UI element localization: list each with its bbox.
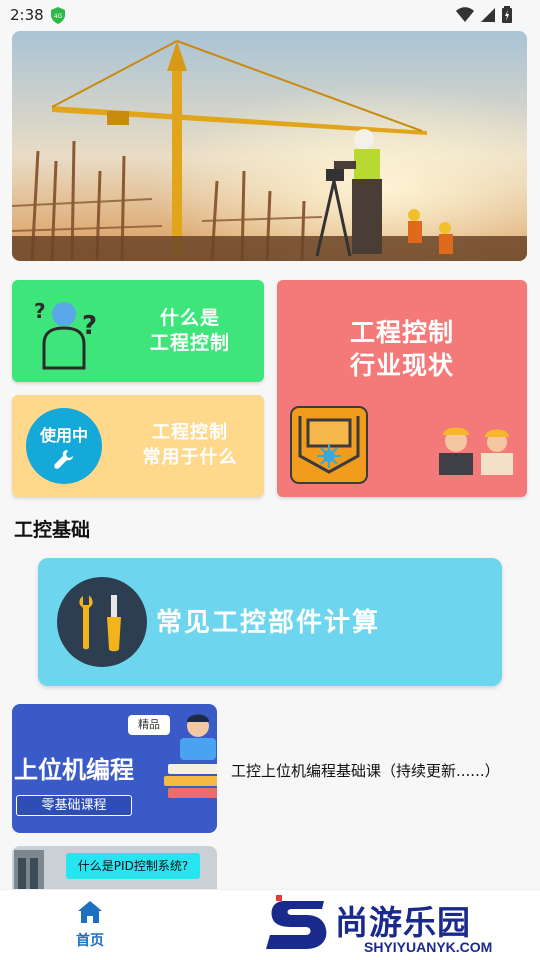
shield-icon: 4G <box>51 7 65 24</box>
usage-text: 工程控制 常用于什么 <box>120 420 260 470</box>
wrench-icon <box>54 450 73 469</box>
tools-circle <box>57 577 147 667</box>
cabinet-illustration <box>14 850 44 890</box>
course-thumbnail-2[interactable]: 什么是PID控制系统? <box>12 846 217 890</box>
svg-text:4G: 4G <box>54 13 63 20</box>
industry-line2: 行业现状 <box>349 351 454 380</box>
machine-icon <box>290 406 368 484</box>
usage-line1: 工程控制 <box>152 422 228 443</box>
industry-line1: 工程控制 <box>349 318 454 347</box>
industry-text: 工程控制 行业现状 <box>277 316 527 382</box>
what-is-card[interactable]: ? ? 什么是 工程控制 <box>12 280 264 382</box>
tools-icon <box>79 595 121 652</box>
watermark-url: SHYIYUANYK.COM <box>364 939 493 955</box>
course-title[interactable]: 工控上位机编程基础课（持续更新......） <box>231 760 500 781</box>
status-time: 2:38 <box>10 6 44 24</box>
component-calc-card[interactable]: 常见工控部件计算 <box>38 558 502 686</box>
nav-home-label: 首页 <box>76 933 104 949</box>
svg-text:?: ? <box>34 299 46 323</box>
usage-line2: 常用于什么 <box>142 447 238 468</box>
section-title: 工控基础 <box>14 519 91 541</box>
what-is-text: 什么是 工程控制 <box>130 306 250 356</box>
svg-text:?: ? <box>82 311 97 341</box>
workers-icon <box>439 427 513 475</box>
course-thumb-title: 上位机编程 <box>14 756 134 784</box>
construction-site-image <box>12 31 527 261</box>
signal-icon <box>481 7 495 22</box>
what-is-line2: 工程控制 <box>149 332 230 354</box>
course-thumbnail[interactable]: 精品 上位机编程 零基础课程 <box>12 704 217 833</box>
usage-badge: 使用中 <box>26 408 102 484</box>
course-thumb-sub: 零基础课程 <box>16 795 132 816</box>
home-icon <box>78 901 102 923</box>
nav-home[interactable]: 首页 <box>60 900 120 950</box>
usage-card[interactable]: 使用中 工程控制 常用于什么 <box>12 395 264 497</box>
usage-badge-label: 使用中 <box>39 426 88 445</box>
wifi-icon <box>456 6 474 22</box>
watermark: 尚游乐园 SHYIYUANYK.COM <box>260 891 540 960</box>
status-bar: 2:38 4G <box>0 0 540 30</box>
industry-status-card[interactable]: 工程控制 行业现状 <box>277 280 527 497</box>
battery-icon <box>502 6 512 23</box>
teacher-illustration <box>164 714 217 798</box>
component-calc-label: 常见工控部件计算 <box>156 608 381 638</box>
hero-banner[interactable] <box>12 31 527 261</box>
course2-tag: 什么是PID控制系统? <box>66 853 200 879</box>
watermark-logo <box>266 895 327 949</box>
watermark-brand: 尚游乐园 <box>335 903 471 942</box>
question-person-icon: ? ? <box>34 299 97 370</box>
what-is-line1: 什么是 <box>159 307 220 329</box>
